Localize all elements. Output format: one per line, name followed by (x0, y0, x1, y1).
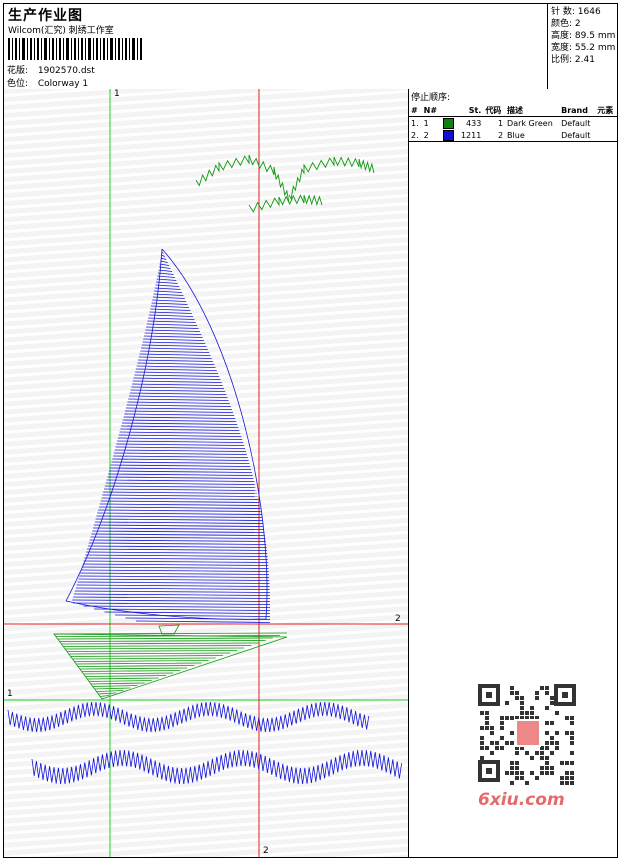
col-color (440, 104, 457, 117)
stat-scale: 比例: 2.41 (551, 55, 595, 65)
color-swatch (442, 129, 454, 141)
stats-panel: 针 数: 1646 颜色: 2 高度: 89.5 mm 宽度: 55.2 mm … (547, 4, 617, 89)
green-axis-label-top: 1 (114, 89, 120, 99)
color-swatch (442, 117, 454, 129)
col-stitches: St. (456, 104, 484, 117)
sail (65, 248, 271, 623)
colorway-line: 色位: Colorway 1 (7, 76, 88, 89)
waves (7, 701, 402, 785)
company-name: Wilcom(汇究) 刺绣工作室 (8, 26, 114, 36)
table-row: 2. 2 1211 2 Blue Default (411, 129, 591, 141)
qr-code-watermark (468, 680, 586, 798)
design-canvas: 1 1 2 2 (4, 89, 409, 857)
design-file-line: 花版: 1902570.dst (7, 63, 95, 76)
red-axis-label-right: 2 (395, 614, 401, 624)
colorway-label: 色位: (7, 79, 29, 89)
stop-sequence-title: 停止顺序: (411, 93, 451, 103)
colorway-value: Colorway 1 (37, 79, 89, 89)
page-title: 生产作业图 (8, 8, 83, 24)
col-number: N# (421, 104, 441, 117)
embroidery-preview (4, 89, 408, 857)
stat-height: 高度: 89.5 mm (551, 31, 616, 41)
stat-stitches: 针 数: 1646 (551, 7, 601, 17)
col-index: # (409, 104, 422, 117)
col-brand: Brand (559, 104, 596, 117)
table-row: 1. 1 433 1 Dark Green Default (411, 117, 591, 129)
watermark-text: 6xiu.com (478, 790, 565, 810)
design-label: 花版: (7, 66, 29, 76)
red-axis-label-bottom: 2 (263, 846, 269, 856)
barcode (8, 38, 142, 60)
stop-sequence-table: # N# St. 代码 描述 Brand 元素 1. 1 433 1 Dark … (409, 104, 617, 142)
col-description: 描述 (505, 104, 560, 117)
col-code: 代码 (483, 104, 506, 117)
header: 生产作业图 Wilcom(汇究) 刺绣工作室 花版: 1902570.dst 色… (4, 4, 617, 90)
qr-logo (515, 719, 541, 747)
green-axis-label-left: 1 (7, 689, 13, 699)
design-file: 1902570.dst (37, 66, 95, 76)
stat-width: 宽度: 55.2 mm (551, 43, 616, 53)
palm-leaves (195, 154, 375, 213)
boat-hull (53, 624, 288, 700)
stat-colors: 颜色: 2 (551, 19, 581, 29)
table-header-row: # N# St. 代码 描述 Brand 元素 (409, 104, 617, 117)
col-element: 元素 (595, 104, 617, 117)
